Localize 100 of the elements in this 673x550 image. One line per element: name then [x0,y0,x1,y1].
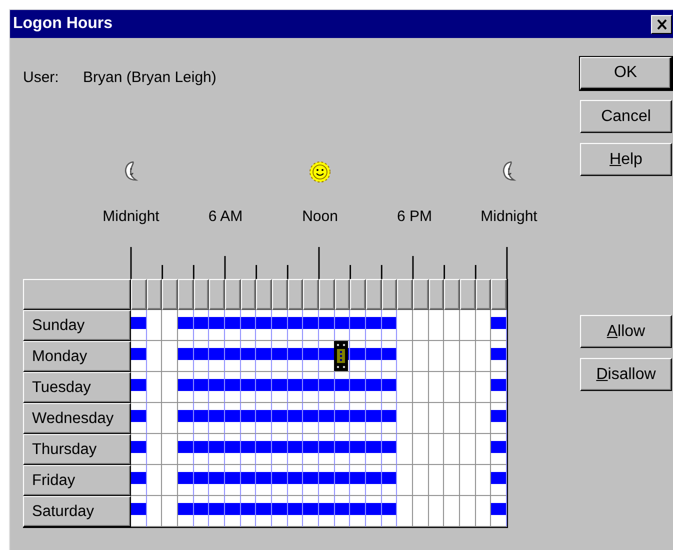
hour-cell[interactable] [194,310,210,341]
hour-cell[interactable] [491,341,507,372]
dialog-button[interactable]: OK [580,57,672,90]
hour-cell[interactable] [491,434,507,465]
hour-cell[interactable] [194,465,210,496]
hour-cell[interactable] [428,341,444,372]
dialog-button[interactable]: Help [580,143,672,176]
hour-cell[interactable] [131,496,147,527]
hour-cell[interactable] [350,310,366,341]
hour-cell[interactable] [178,496,194,527]
hour-column-button[interactable] [303,279,319,310]
hour-column-button[interactable] [194,279,210,310]
hour-column-button[interactable] [491,279,507,310]
hour-column-button[interactable] [428,279,444,310]
hour-cell[interactable] [397,403,413,434]
hour-column-button[interactable] [162,279,178,310]
hour-cell[interactable] [303,341,319,372]
hour-cell[interactable] [146,403,162,434]
hour-cell[interactable] [209,496,225,527]
hour-cell[interactable] [319,496,335,527]
hour-column-button[interactable] [178,279,194,310]
hour-cell[interactable] [413,372,429,403]
hour-cell[interactable] [366,403,382,434]
hour-column-button[interactable] [146,279,162,310]
hour-column-button[interactable] [476,279,492,310]
hour-cell[interactable] [382,341,398,372]
hour-cell[interactable] [491,403,507,434]
hour-cell[interactable] [288,496,304,527]
hour-cell[interactable] [397,434,413,465]
hour-cell[interactable] [350,341,366,372]
hour-cell[interactable] [178,465,194,496]
hour-cell[interactable] [240,496,256,527]
hour-cell[interactable] [131,310,147,341]
hour-cell[interactable] [444,403,460,434]
schedule-button[interactable]: Allow [580,315,672,348]
hour-cell[interactable] [476,434,492,465]
close-button[interactable] [651,14,672,34]
hour-cell[interactable] [491,310,507,341]
day-row-button[interactable]: Wednesday [23,403,131,434]
hour-cell[interactable] [225,434,241,465]
hour-cell[interactable] [131,465,147,496]
hour-cell[interactable] [444,465,460,496]
day-row-button[interactable]: Monday [23,341,131,372]
hour-cell[interactable] [303,465,319,496]
hour-cell[interactable] [272,341,288,372]
hour-cell[interactable] [460,310,476,341]
hour-column-button[interactable] [272,279,288,310]
hour-cell[interactable] [350,434,366,465]
hour-cell[interactable] [303,372,319,403]
hour-cell[interactable] [460,496,476,527]
hour-cell[interactable] [413,496,429,527]
hour-cell[interactable] [397,496,413,527]
hour-column-button[interactable] [350,279,366,310]
hour-cell[interactable] [240,310,256,341]
hour-cell[interactable] [460,372,476,403]
hour-cell[interactable] [382,465,398,496]
hour-cell[interactable] [444,434,460,465]
hour-cell[interactable] [334,403,350,434]
hour-cell[interactable] [319,403,335,434]
hour-cell[interactable] [256,341,272,372]
hour-cell[interactable] [397,465,413,496]
hour-column-button[interactable] [413,279,429,310]
hour-cell[interactable] [288,372,304,403]
hour-cell[interactable] [194,341,210,372]
hour-cell[interactable] [366,496,382,527]
hour-cell[interactable] [209,403,225,434]
hour-cell[interactable] [319,465,335,496]
hour-cell[interactable] [162,465,178,496]
hour-cell[interactable] [428,372,444,403]
hour-cell[interactable] [428,310,444,341]
hour-cell[interactable] [240,403,256,434]
hour-cell[interactable] [272,496,288,527]
hour-cell[interactable] [444,310,460,341]
hour-cell[interactable] [256,372,272,403]
hour-cell[interactable] [413,403,429,434]
hour-cell[interactable] [162,341,178,372]
hour-cell[interactable] [209,465,225,496]
hour-column-button[interactable] [460,279,476,310]
hour-cell[interactable] [194,434,210,465]
hour-column-button[interactable] [131,279,147,310]
hour-cell[interactable] [225,465,241,496]
hour-cell[interactable] [131,403,147,434]
hour-column-button[interactable] [225,279,241,310]
hour-cell[interactable] [146,310,162,341]
hour-cell[interactable] [131,341,147,372]
hour-cell[interactable] [178,310,194,341]
hour-cell[interactable] [413,465,429,496]
hour-column-button[interactable] [240,279,256,310]
hour-cell[interactable] [146,341,162,372]
hour-cell[interactable] [194,372,210,403]
hour-cell[interactable] [256,465,272,496]
hour-cell[interactable] [288,465,304,496]
hour-cell[interactable] [225,496,241,527]
hour-cell[interactable] [460,403,476,434]
hour-cell[interactable] [225,372,241,403]
hour-cell[interactable] [444,372,460,403]
hour-cell[interactable] [209,434,225,465]
dialog-button[interactable]: Cancel [580,100,672,133]
hour-cell[interactable] [178,372,194,403]
hour-column-button[interactable] [209,279,225,310]
